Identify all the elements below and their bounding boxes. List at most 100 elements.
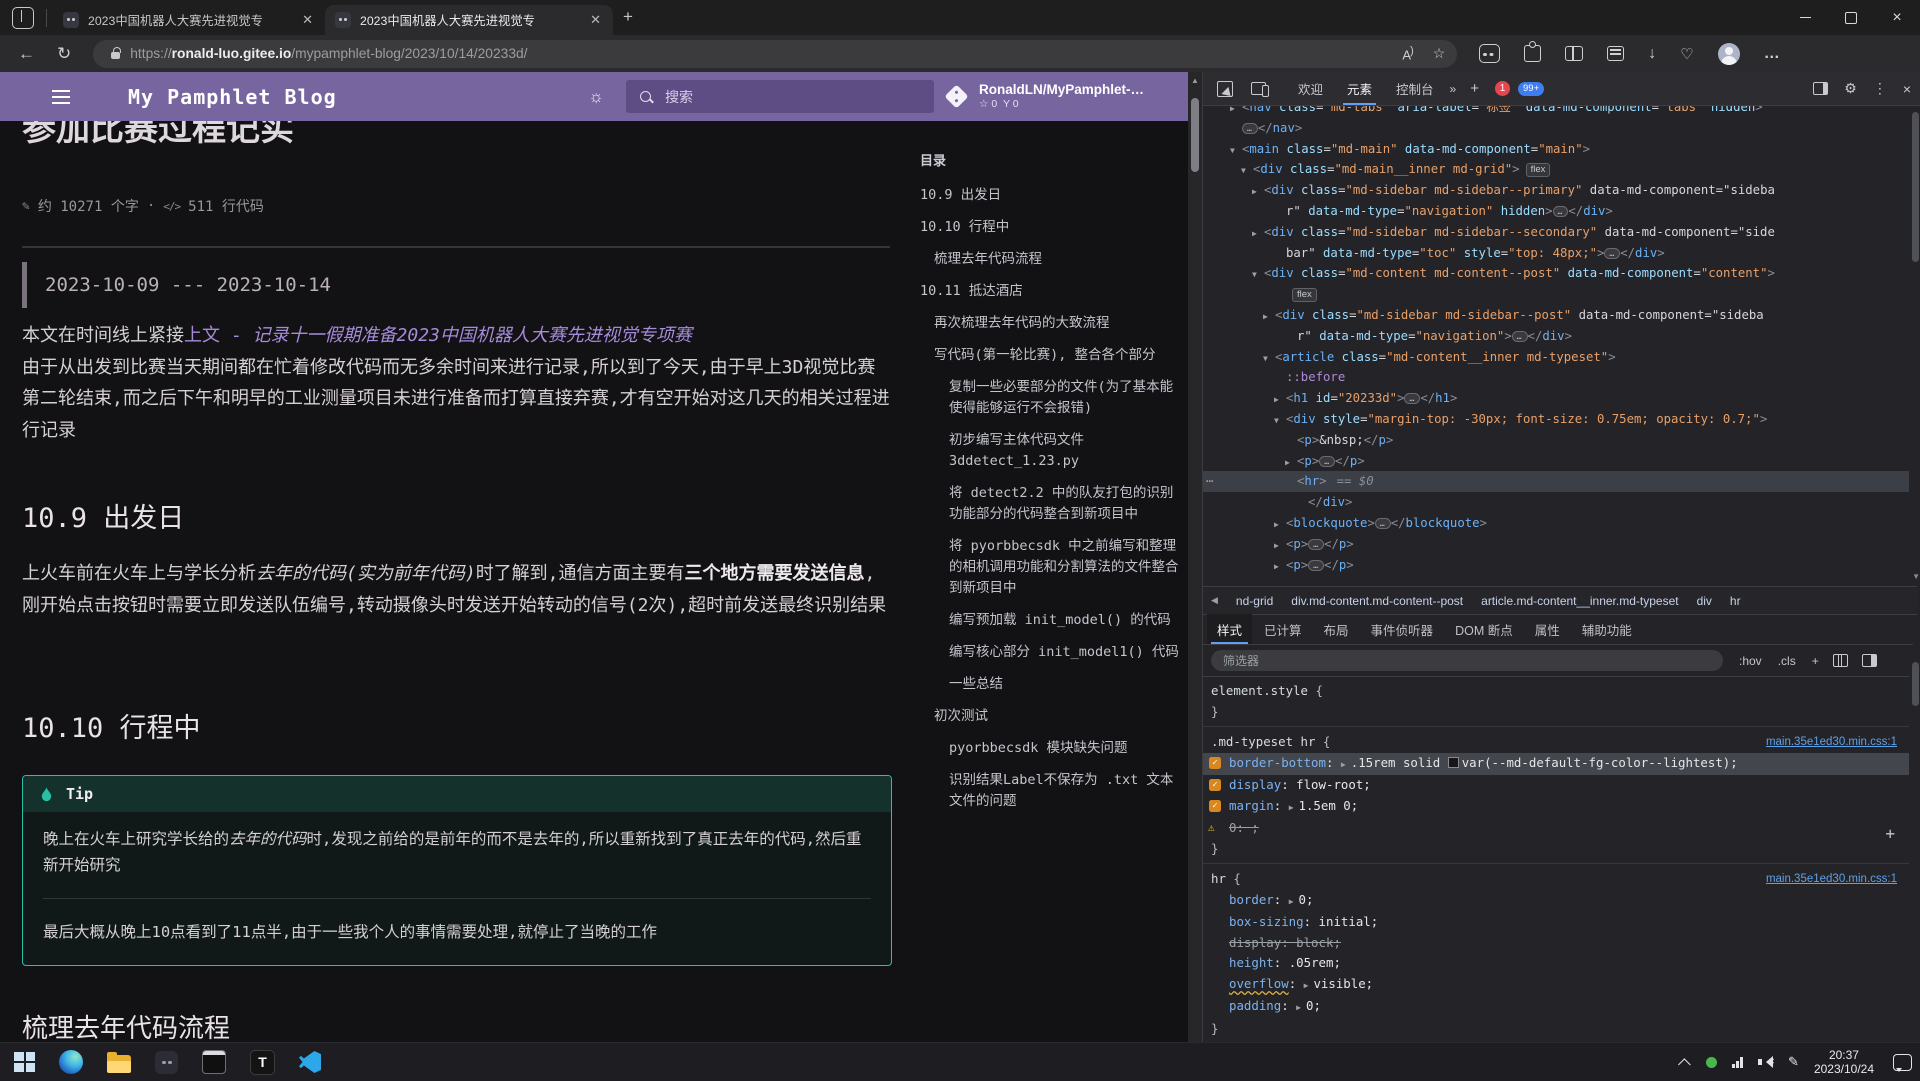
toc-item[interactable]: 编写预加载 init_model() 的代码 [920,610,1182,631]
tree-scrollbar-thumb[interactable] [1912,112,1919,262]
toc-item[interactable]: 复制一些必要部分的文件(为了基本能使得能够运行不会报错) [920,377,1182,419]
css-property[interactable]: overflow: ▶visible; [1203,974,1909,997]
workspaces-icon[interactable] [12,7,34,29]
stylesheet-link[interactable]: main.35e1ed30.min.css:1 [1766,869,1897,890]
typora-icon[interactable]: T [250,1050,275,1075]
styles-tab-布局[interactable]: 布局 [1314,614,1359,644]
settings-more-icon[interactable]: … [1764,45,1781,63]
toc-item[interactable]: 10.11 抵达酒店 [920,281,1182,302]
network-icon[interactable] [1732,1057,1743,1068]
css-property[interactable]: ⚠0: ; [1203,818,1909,839]
window-maximize-button[interactable] [1828,0,1874,35]
dom-node[interactable]: ▶<p>…</p> [1203,451,1909,472]
dom-node[interactable]: ▼<article class="md-content__inner md-ty… [1203,347,1909,368]
tab-close-icon[interactable]: ✕ [588,12,603,28]
window-close-button[interactable]: × [1874,0,1920,35]
split-screen-icon[interactable] [1565,46,1583,61]
dom-node[interactable]: ▼<main class="md-main" data-md-component… [1203,139,1909,160]
toc-item[interactable]: 将 detect2.2 中的队友打包的识别功能部分的代码整合到新项目中 [920,483,1182,525]
css-property[interactable]: display: block; [1203,933,1909,954]
dom-node[interactable]: flex [1203,284,1909,305]
devtools-tab-元素[interactable]: 元素 [1335,72,1384,105]
css-property[interactable]: ✓display: flow-root; [1203,775,1909,796]
new-tab-button[interactable]: + [623,7,633,27]
taskbar-clock[interactable]: 20:37 2023/10/24 [1814,1048,1874,1076]
toc-item[interactable]: 将 pyorbbecsdk 中之前编写和整理的相机调用功能和分割算法的文件整合到… [920,536,1182,599]
devtools-menu-icon[interactable]: ⋮ [1873,80,1887,97]
browser-tab-2-active[interactable]: 2023中国机器人大赛先进视觉专 ✕ [325,5,613,35]
inspect-element-icon[interactable] [1217,81,1233,97]
styles-scrollbar-thumb[interactable] [1912,662,1919,706]
toc-item[interactable]: 编写核心部分 init_model1() 代码 [920,642,1182,663]
toc-item[interactable]: 10.9 出发日 [920,185,1182,206]
new-style-rule-icon[interactable]: + [1812,654,1819,668]
css-property[interactable]: padding: ▶0; [1203,996,1909,1019]
pinned-extension-icon[interactable] [1479,44,1500,63]
site-title[interactable]: My Pamphlet Blog [128,85,337,109]
dom-node[interactable]: bar" data-md-type="toc" style="top: 48px… [1203,243,1909,264]
page-scrollbar[interactable]: ▲ [1188,72,1202,1042]
dom-node[interactable]: ▶<blockquote>…</blockquote> [1203,513,1909,534]
devtools-scrollbar[interactable]: ▼ [1909,106,1920,1042]
add-rule-plus-icon[interactable]: + [1885,824,1895,843]
devtools-tab-控制台[interactable]: 控制台 [1384,72,1446,105]
vscode-icon[interactable] [299,1051,321,1073]
toggle-class[interactable]: .cls [1778,654,1796,668]
toc-item[interactable]: 写代码(第一轮比赛), 整合各个部分 [920,345,1182,366]
dom-node[interactable]: ::before [1203,367,1909,388]
dom-node[interactable]: ▼<div class="md-content md-content--post… [1203,263,1909,284]
dom-node[interactable]: ▼<div class="md-main__inner md-grid">fle… [1203,159,1909,180]
dom-node[interactable]: ▶<p>…</p> [1203,534,1909,555]
devtools-settings-gear-icon[interactable]: ⚙ [1844,80,1857,97]
dom-node[interactable]: ▶<h1 id="20233d">…</h1> [1203,388,1909,409]
breadcrumb-item[interactable]: article.md-content__inner.md-typeset [1481,594,1678,608]
dock-side-icon[interactable] [1813,82,1828,95]
scroll-down-arrow[interactable]: ▼ [1912,572,1920,581]
devtools-close-icon[interactable]: × [1903,81,1911,97]
toc-item[interactable]: 识别结果Label不保存为 .txt 文本文件的问题 [920,770,1182,812]
add-tab-icon[interactable]: + [1470,80,1479,97]
taskbar-app-icon[interactable] [155,1051,178,1074]
read-aloud-icon[interactable]: A) [1402,45,1412,62]
grid-overlay-icon[interactable] [1833,654,1848,667]
toc-item[interactable]: 初步编写主体代码文件 3ddetect_1.23.py [920,430,1182,472]
extensions-puzzle-icon[interactable] [1524,45,1541,62]
issues-count-badge[interactable]: 99+ [1518,82,1544,96]
dom-node-selected[interactable]: ⋯<hr>== $0 [1203,471,1909,492]
breadcrumb-item[interactable]: hr [1730,594,1741,608]
toc-item[interactable]: 再次梳理去年代码的大致流程 [920,313,1182,334]
toc-item[interactable]: 一些总结 [920,674,1182,695]
address-bar[interactable]: https://ronald-luo.gitee.io/mypamphlet-b… [93,40,1457,68]
error-count-badge[interactable]: 1 [1495,81,1510,96]
reload-button[interactable]: ↻ [57,44,71,64]
stylesheet-link[interactable]: main.35e1ed30.min.css:1 [1766,732,1897,753]
dom-node[interactable]: ▶<nav class="md-tabs" aria-label="标签" da… [1203,106,1909,118]
dom-node[interactable]: r" data-md-type="navigation" hidden>…</d… [1203,201,1909,222]
css-property[interactable]: border: ▶0; [1203,890,1909,913]
css-property[interactable]: ✓margin: ▶1.5em 0; [1203,796,1909,819]
collections-icon[interactable] [1607,46,1624,61]
terminal-window-icon[interactable] [202,1050,226,1074]
styles-filter-input[interactable]: 筛选器 [1211,650,1723,671]
site-search[interactable] [626,80,934,113]
profile-avatar[interactable] [1718,43,1740,65]
styles-tab-DOM 断点[interactable]: DOM 断点 [1445,614,1523,644]
breadcrumb-item[interactable]: div [1697,594,1712,608]
dom-node[interactable]: ▶<div class="md-sidebar md-sidebar--prim… [1203,180,1909,201]
volume-muted-icon[interactable]: ✕ [1758,1056,1773,1068]
file-explorer-icon[interactable] [107,1055,131,1073]
computed-pane-icon[interactable] [1862,654,1877,667]
dom-node[interactable]: r" data-md-type="navigation">…</div> [1203,326,1909,347]
styles-tab-事件侦听器[interactable]: 事件侦听器 [1361,614,1444,644]
start-button-icon[interactable] [14,1052,35,1073]
page-scrollbar-thumb[interactable] [1191,98,1199,172]
tab-close-icon[interactable]: ✕ [300,12,315,28]
toggle-hover-state[interactable]: :hov [1739,654,1762,668]
menu-icon[interactable] [52,96,70,98]
search-input[interactable] [663,88,887,106]
hidden-icons-chevron[interactable] [1678,1058,1691,1071]
scroll-up-arrow[interactable]: ▲ [1188,76,1202,85]
more-tabs-icon[interactable]: » [1450,82,1457,96]
breadcrumb-item[interactable]: div.md-content.md-content--post [1291,594,1463,608]
toc-item[interactable]: pyorbbecsdk 模块缺失问题 [920,738,1182,759]
